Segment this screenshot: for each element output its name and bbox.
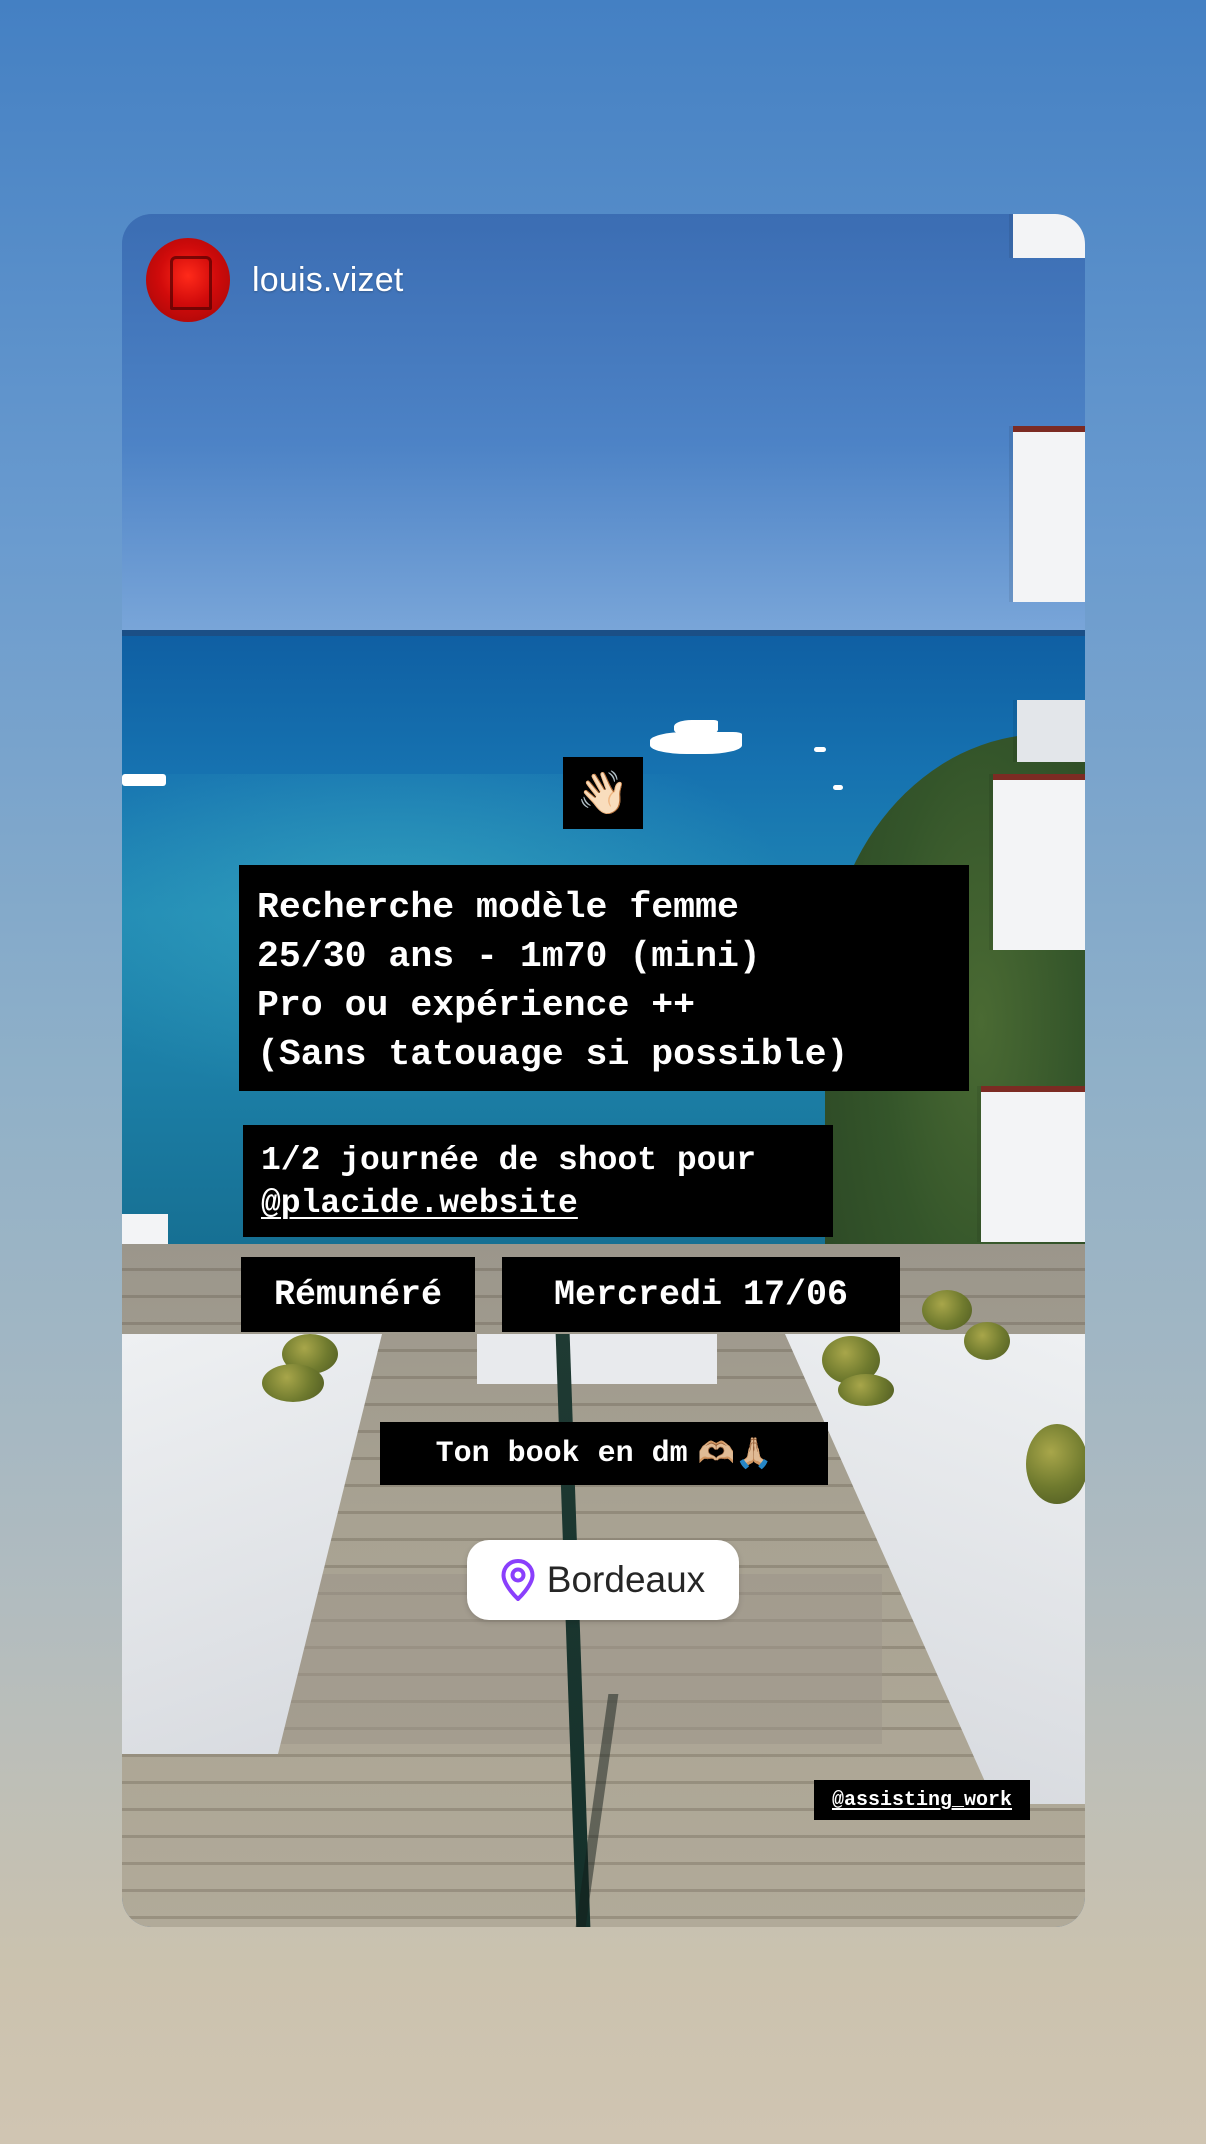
heart-hands-pray-icon: 🫶🏼🙏🏼: [697, 1436, 773, 1471]
building-mid: [1017, 700, 1085, 762]
username[interactable]: louis.vizet: [252, 261, 403, 300]
book-label: Ton book en dm: [435, 1436, 688, 1471]
location-sticker[interactable]: Bordeaux: [467, 1540, 739, 1620]
remunere-sticker: Rémunéré: [241, 1257, 475, 1332]
story-card[interactable]: louis.vizet 👋🏻 Recherche modèle femme 25…: [122, 214, 1085, 1927]
boat-left: [122, 774, 166, 786]
story-header[interactable]: louis.vizet: [146, 238, 403, 322]
book-sticker: Ton book en dm 🫶🏼🙏🏼: [380, 1422, 828, 1485]
boat-far-2: [833, 785, 843, 790]
cactus: [262, 1364, 324, 1402]
placide-mention-link[interactable]: @placide.website: [261, 1185, 578, 1222]
date-sticker: Mercredi 17/06: [502, 1257, 900, 1332]
waving-hand-icon: 👋🏻: [576, 768, 630, 817]
building-balcony: [993, 774, 1085, 950]
shoot-text-sticker: 1/2 journée de shoot pour @placide.websi…: [243, 1125, 833, 1237]
credit-sticker[interactable]: @assisting_work: [814, 1780, 1030, 1820]
remunere-label: Rémunéré: [273, 1274, 443, 1315]
wall-mid: [477, 1334, 717, 1384]
shoot-line: 1/2 journée de shoot pour: [261, 1142, 757, 1179]
assisting-work-mention-link[interactable]: @assisting_work: [832, 1789, 1012, 1812]
location-label: Bordeaux: [546, 1559, 706, 1600]
date-label: Mercredi 17/06: [553, 1274, 849, 1315]
cactus: [1026, 1424, 1085, 1504]
wave-emoji-sticker: 👋🏻: [563, 757, 643, 829]
building-lower: [981, 1086, 1085, 1242]
building-top: [1013, 214, 1085, 258]
boat-far-1: [814, 747, 826, 752]
yacht-cabin: [674, 720, 718, 736]
cactus: [838, 1374, 894, 1406]
map-pin-icon: [501, 1559, 535, 1601]
building-upper: [1013, 426, 1085, 602]
cactus: [964, 1322, 1010, 1360]
casting-text-sticker: Recherche modèle femme 25/30 ans - 1m70 …: [239, 865, 969, 1091]
cactus: [922, 1290, 972, 1330]
avatar[interactable]: [146, 238, 230, 322]
horizon: [122, 630, 1085, 636]
